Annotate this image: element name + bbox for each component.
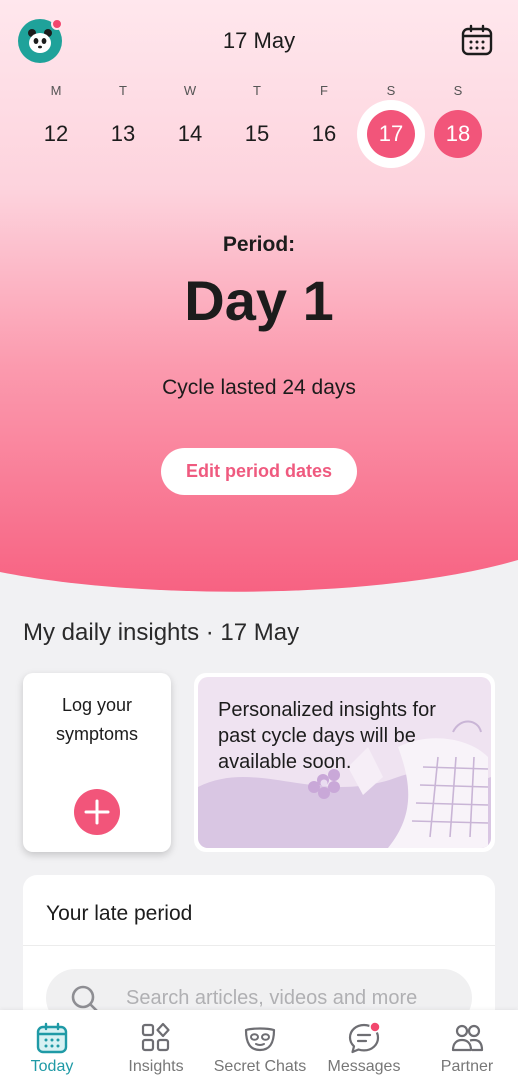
cycle-length-text: Cycle lasted 24 days [162,376,356,399]
week-strip: M T W T F S S 12 13 14 15 16 17 18 [0,80,518,170]
hero-section: 17 May M T W T F S S 12 13 14 15 16 17 1… [0,0,518,600]
day-13[interactable]: 13 [99,110,147,158]
personalized-insights-card[interactable]: Personalized insights for past cycle day… [194,673,495,852]
log-symptoms-card[interactable]: Log your symptoms [23,673,171,852]
date-title: 17 May [222,28,296,53]
day-15[interactable]: 15 [233,110,281,158]
chat-bubble-icon [348,1021,381,1054]
nav-insights-label: Insights [128,1058,184,1075]
insights-grid-icon [141,1022,170,1052]
weekday-letter: F [320,83,328,98]
period-label: Period: [222,233,296,256]
period-day: Day 1 [184,269,334,332]
weekday-letter: M [50,83,62,98]
late-period-title: Your late period [46,902,193,925]
weekday-letter: W [183,83,197,98]
nav-partner[interactable]: Partner [416,1010,518,1080]
day-16[interactable]: 16 [300,110,348,158]
day-12[interactable]: 12 [32,110,80,158]
nav-messages-label: Messages [327,1058,401,1075]
personalized-insights-text: Personalized insights for past cycle day… [218,699,436,773]
people-icon [451,1024,484,1052]
calendar-today-icon [36,1022,68,1054]
day-14[interactable]: 14 [166,110,214,158]
weekday-letter: T [119,83,127,98]
calendar-icon [461,24,493,56]
nav-messages[interactable]: Messages [312,1010,416,1080]
day-17-selected[interactable]: 17 [367,110,415,158]
bottom-navigation: Today Insights Secret Chats Messages Par… [0,1010,518,1080]
nav-secret-chats-label: Secret Chats [213,1058,307,1075]
divider [23,945,495,946]
weekday-letter: T [253,83,261,98]
nav-today-label: Today [30,1058,74,1075]
nav-secret-chats[interactable]: Secret Chats [208,1010,312,1080]
log-symptoms-line2: symptoms [55,724,138,744]
mask-icon [244,1027,276,1052]
weekday-letter: S [386,83,396,98]
plus-icon [84,799,110,825]
weekday-letter: S [453,83,463,98]
edit-period-dates-button[interactable]: Edit period dates [161,448,357,495]
daily-insights-title: My daily insights · 17 May [23,619,300,646]
log-symptoms-label: Log your symptoms [23,691,171,749]
nav-today[interactable]: Today [0,1010,104,1080]
day-18-period[interactable]: 18 [434,110,482,158]
personalized-insights-illustration: Personalized insights for past cycle day… [198,677,491,848]
calendar-button[interactable] [460,23,494,57]
log-symptoms-line1: Log your [61,695,133,715]
nav-partner-label: Partner [440,1058,494,1075]
add-symptom-button[interactable] [74,789,120,835]
nav-insights[interactable]: Insights [104,1010,208,1080]
top-bar: 17 May [0,0,518,80]
